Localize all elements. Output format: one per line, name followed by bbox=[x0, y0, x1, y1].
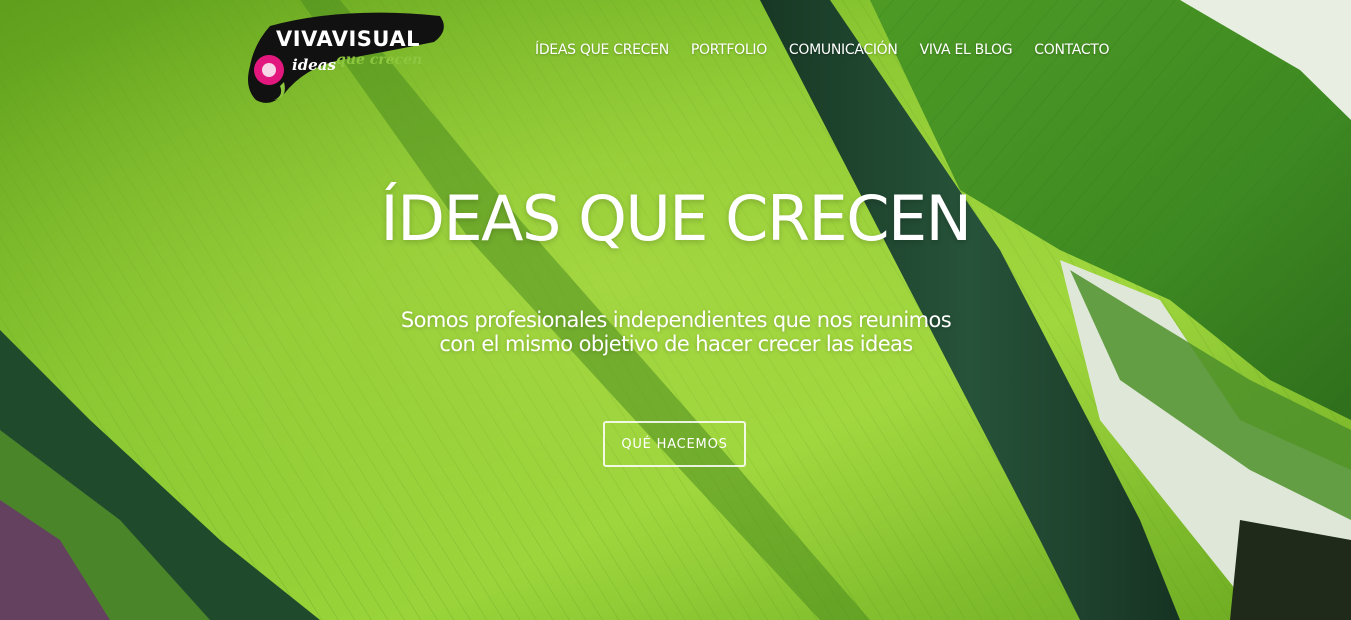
nav-item-portfolio[interactable]: PORTFOLIO bbox=[680, 40, 778, 60]
vivavisual-logo[interactable]: VIVAVISUAL ideas que crecen bbox=[244, 8, 449, 112]
logo-wordmark: VIVAVISUAL bbox=[276, 27, 420, 51]
hero-section: VIVAVISUAL ideas que crecen ÍDEAS QUE CR… bbox=[0, 0, 1351, 620]
main-nav: ÍDEAS QUE CRECEN PORTFOLIO COMUNICACIÓN … bbox=[524, 40, 1120, 60]
hero-subtitle-line-2: con el mismo objetivo de hacer crecer la… bbox=[439, 332, 913, 356]
nav-item-comunicacion[interactable]: COMUNICACIÓN bbox=[778, 40, 909, 60]
logo-tagline-que-crecen: que crecen bbox=[336, 52, 422, 68]
que-hacemos-button[interactable]: QUÉ HACEMOS bbox=[603, 421, 746, 467]
hero-headline: ÍDEAS QUE CRECEN bbox=[380, 182, 972, 255]
hero-subtitle: Somos profesionales independientes que n… bbox=[376, 308, 976, 356]
nav-item-viva-el-blog[interactable]: VIVA EL BLOG bbox=[909, 40, 1024, 60]
nav-item-contacto[interactable]: CONTACTO bbox=[1023, 40, 1120, 60]
logo-tagline-ideas: ideas bbox=[292, 56, 336, 74]
nav-item-ideas-que-crecen[interactable]: ÍDEAS QUE CRECEN bbox=[524, 40, 680, 60]
hero-subtitle-line-1: Somos profesionales independientes que n… bbox=[400, 308, 952, 332]
